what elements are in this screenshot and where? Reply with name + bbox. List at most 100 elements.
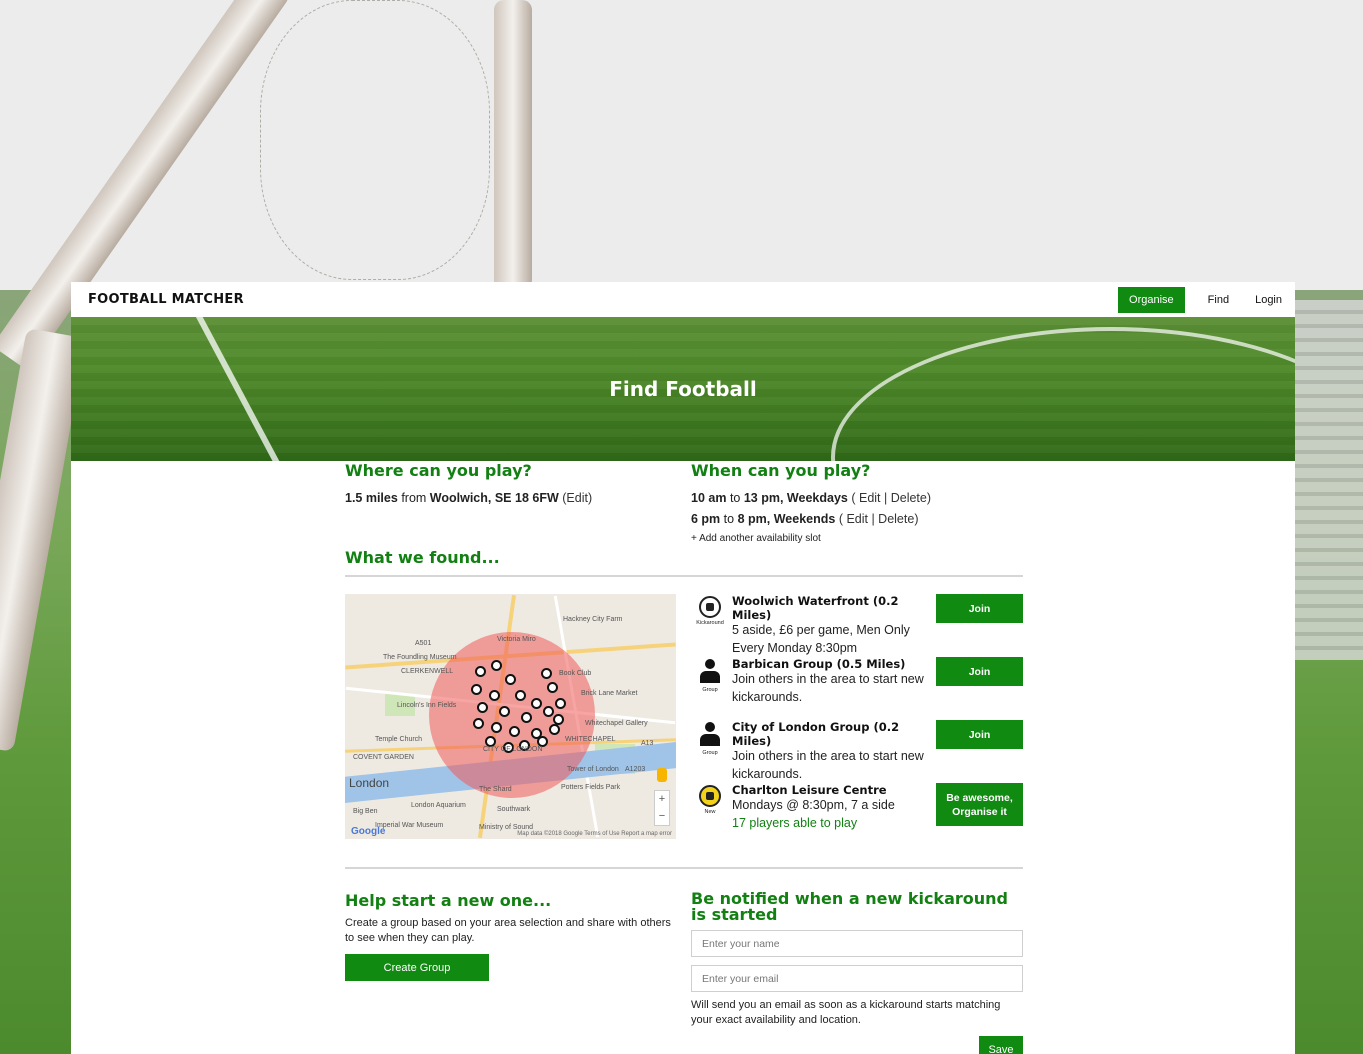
players-available-count: 17 players able to play [732, 815, 858, 830]
nav-find-link[interactable]: Find [1195, 294, 1242, 306]
map-marker[interactable] [471, 684, 482, 695]
map-marker[interactable] [491, 660, 502, 671]
help-text: Create a group based on your area select… [345, 917, 671, 944]
map-label: Hackney City Farm [563, 616, 623, 623]
map-marker[interactable] [543, 706, 554, 717]
add-slot-link[interactable]: + Add another availability slot [691, 533, 1023, 544]
kickaround-ball-icon [699, 596, 721, 618]
background-stand [1293, 300, 1363, 660]
where-edit-link[interactable]: (Edit) [562, 491, 592, 505]
slot-to: to [729, 491, 741, 505]
group-person-icon [699, 659, 721, 685]
map-zoom-control[interactable]: + − [654, 790, 670, 826]
list-item: Kickaround Woolwich Waterfront (0.2 Mile… [692, 594, 1023, 655]
map-marker[interactable] [555, 698, 566, 709]
map-label: CITY OF LONDON [483, 746, 543, 753]
where-from: from [401, 491, 427, 505]
result-body: Barbican Group (0.5 Miles) Join others i… [728, 657, 930, 706]
result-title: City of London Group (0.2 Miles) [732, 720, 900, 748]
map-label: COVENT GARDEN [353, 754, 414, 761]
list-item: New Charlton Leisure Centre Mondays @ 8:… [692, 783, 1023, 833]
notify-section: Be notified when a new kickaround is sta… [691, 891, 1023, 1054]
slot-edit-delete-links[interactable]: ( Edit | Delete) [851, 491, 931, 505]
results-list: Kickaround Woolwich Waterfront (0.2 Mile… [692, 594, 1023, 846]
result-type-label: Group [702, 750, 718, 756]
result-title: Barbican Group (0.5 Miles) [732, 657, 906, 671]
map-label: A13 [641, 740, 654, 747]
map-marker[interactable] [473, 718, 484, 729]
map-label: The Foundling Museum [383, 654, 457, 661]
map-marker[interactable] [499, 706, 510, 717]
map-label: Lincoln's Inn Fields [397, 702, 457, 709]
save-button[interactable]: Save [979, 1036, 1023, 1054]
result-title: Woolwich Waterfront (0.2 Miles) [732, 594, 899, 622]
map-label: Victoria Miro [497, 636, 536, 643]
main-content: Where can you play? 1.5 miles from Woolw… [345, 461, 1023, 1054]
map-marker[interactable] [549, 724, 560, 735]
map-marker[interactable] [531, 698, 542, 709]
join-button[interactable]: Join [936, 657, 1023, 686]
map-marker[interactable] [521, 712, 532, 723]
map-marker[interactable] [489, 690, 500, 701]
help-heading: Help start a new one... [345, 891, 552, 910]
map-label: Book Club [559, 670, 592, 677]
hero-banner: Find Football [71, 317, 1295, 461]
map-marker[interactable] [475, 666, 486, 677]
nav-login-link[interactable]: Login [1242, 294, 1282, 306]
email-input[interactable]: Enter your email [691, 965, 1023, 992]
map-label: WHITECHAPEL [565, 736, 616, 743]
where-summary: 1.5 miles from Woolwich, SE 18 6FW (Edit… [345, 488, 677, 509]
map-label: Big Ben [353, 808, 378, 815]
map-label: A501 [415, 640, 432, 647]
nav-menu: Organise Find Login [1118, 286, 1282, 313]
map-label: Whitechapel Gallery [585, 720, 648, 727]
group-person-icon [699, 722, 721, 748]
map-label: Tower of London [567, 766, 619, 773]
map-marker[interactable] [547, 682, 558, 693]
organise-button[interactable]: Organise [1118, 286, 1185, 313]
result-detail: Every Monday 8:30pm [732, 640, 858, 655]
result-detail: Mondays @ 8:30pm, 7 a side [732, 798, 895, 812]
where-location: Woolwich, SE 18 6FW [429, 491, 559, 505]
map-footer-text[interactable]: Map data ©2018 Google Terms of Use Repor… [517, 831, 672, 837]
map-label: London Aquarium [411, 802, 466, 809]
result-icon: Group [692, 720, 728, 756]
slot-start: 10 am [691, 491, 727, 505]
google-logo: Google [351, 826, 386, 837]
map-marker[interactable] [477, 702, 488, 713]
brand-logo[interactable]: FOOTBALL MATCHER [88, 292, 244, 307]
street-view-pegman-icon[interactable] [657, 768, 667, 782]
result-detail: Join others in the area to start new [732, 749, 924, 763]
join-button[interactable]: Join [936, 594, 1023, 623]
map-label: Brick Lane Market [581, 690, 638, 697]
map-marker[interactable] [505, 674, 516, 685]
organise-it-button[interactable]: Be awesome, Organise it [936, 783, 1023, 826]
section-divider [345, 575, 1023, 577]
result-icon: Group [692, 657, 728, 693]
when-heading: When can you play? [691, 461, 871, 480]
map-marker[interactable] [515, 690, 526, 701]
map-label: A1203 [625, 766, 646, 773]
where-heading: Where can you play? [345, 461, 532, 480]
result-body: Woolwich Waterfront (0.2 Miles) 5 aside,… [728, 594, 930, 657]
name-input[interactable]: Enter your name [691, 930, 1023, 957]
page-title: Find Football [609, 377, 757, 401]
result-type-label: Group [702, 687, 718, 693]
join-button[interactable]: Join [936, 720, 1023, 749]
result-icon: New [692, 783, 728, 815]
where-distance: 1.5 miles [345, 491, 398, 505]
where-section: Where can you play? 1.5 miles from Woolw… [345, 461, 677, 544]
slot-to: to [723, 512, 735, 526]
availability-slot: 10 am to 13 pm, Weekdays ( Edit | Delete… [691, 488, 1023, 509]
map-label: Potters Fields Park [561, 784, 621, 791]
map-marker[interactable] [491, 722, 502, 733]
section-divider [345, 867, 1023, 869]
create-group-button[interactable]: Create Group [345, 954, 489, 981]
found-heading: What we found... [345, 548, 500, 567]
map-label: Southwark [497, 806, 531, 813]
map-marker[interactable] [541, 668, 552, 679]
results-map[interactable]: Hackney City Farm Victoria Miro The Foun… [345, 594, 676, 839]
notify-heading: Be notified when a new kickaround is sta… [691, 889, 1008, 924]
slot-edit-delete-links[interactable]: ( Edit | Delete) [839, 512, 919, 526]
map-marker[interactable] [509, 726, 520, 737]
